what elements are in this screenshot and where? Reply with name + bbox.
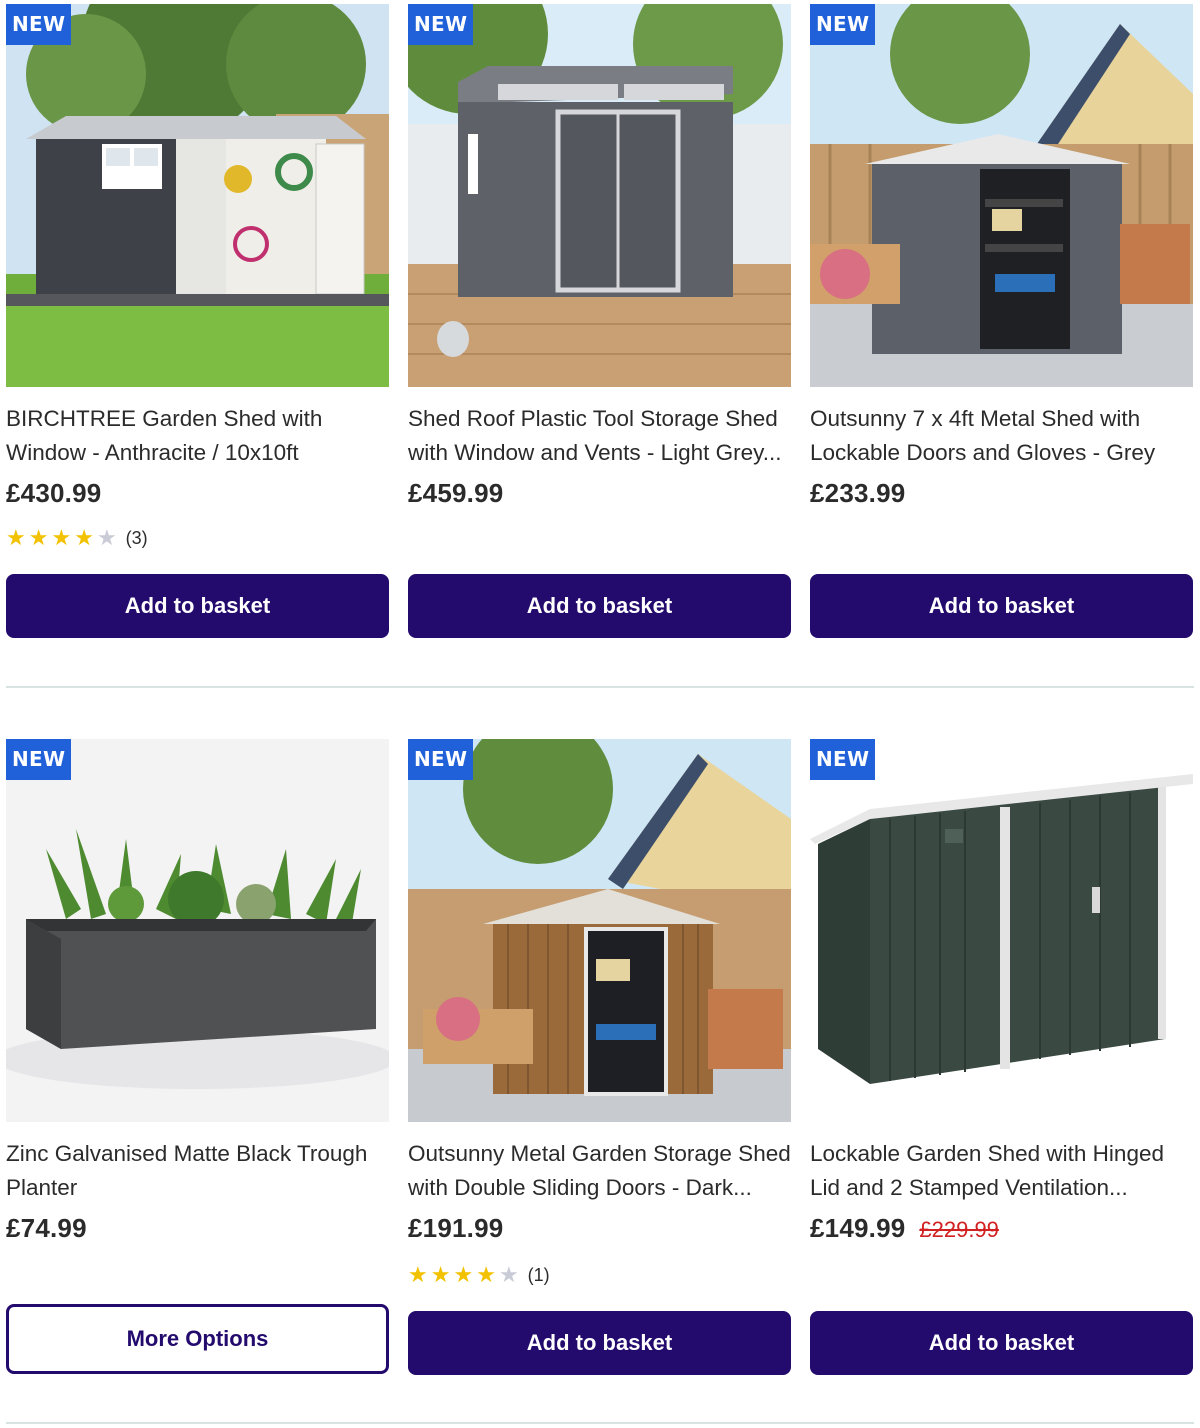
product-title[interactable]: Outsunny 7 x 4ft Metal Shed with Lockabl… (810, 402, 1193, 470)
product-card: NEW Outsunny 7 x 4ft Metal Shed with Loc… (810, 0, 1193, 690)
product-price: £191.99 (408, 1213, 504, 1243)
star-full-icon: ★ (28, 525, 49, 550)
price-container: £459.99 (408, 478, 503, 518)
price-container: £191.99 (408, 1213, 503, 1253)
wood-effect-metal-shed-image (408, 739, 791, 1122)
anthracite-shed-on-lawn-image (6, 4, 389, 387)
product-card: NEW Shed Roof Plastic Tool Storage Shed … (408, 0, 791, 690)
price-container: £74.99 (6, 1213, 87, 1253)
price-container: £430.99 (6, 478, 101, 518)
grey-metal-shed-open-doors-image (810, 4, 1193, 387)
product-row-1: NEW BIRCHTREE Garden Shed with Window - … (0, 0, 1200, 690)
price-container: £233.99 (810, 478, 905, 518)
product-price: £149.99 (810, 1213, 906, 1243)
product-card: NEW Lockable Garden Shed with Hinged Lid… (810, 735, 1193, 1415)
new-badge: NEW (6, 739, 72, 780)
product-image[interactable] (6, 4, 389, 387)
product-price: £430.99 (6, 478, 102, 508)
product-row-2: NEW Zinc Galvanised Matte Black Trough P… (0, 735, 1200, 1428)
review-count: (3) (125, 527, 148, 548)
product-image[interactable] (408, 739, 791, 1122)
product-image[interactable] (810, 4, 1193, 387)
product-price: £74.99 (6, 1213, 87, 1243)
star-full-icon: ★ (430, 1262, 451, 1287)
star-full-icon: ★ (476, 1262, 496, 1287)
add-to-basket-button[interactable]: Add to basket (810, 1311, 1193, 1375)
product-title[interactable]: Lockable Garden Shed with Hinged Lid and… (810, 1137, 1193, 1205)
grey-plastic-shed-on-decking-image (408, 4, 791, 387)
star-full-icon: ★ (74, 525, 94, 550)
product-image[interactable] (6, 739, 389, 1122)
star-full-icon: ★ (6, 525, 26, 550)
product-card: NEW BIRCHTREE Garden Shed with Window - … (6, 0, 389, 690)
new-badge: NEW (408, 4, 474, 45)
product-title[interactable]: Outsunny Metal Garden Storage Shed with … (408, 1137, 791, 1205)
new-badge: NEW (408, 739, 474, 780)
add-to-basket-button[interactable]: Add to basket (408, 574, 791, 638)
new-badge: NEW (810, 739, 876, 780)
product-title[interactable]: BIRCHTREE Garden Shed with Window - Anth… (6, 402, 389, 470)
black-trough-planter-image (6, 739, 389, 1122)
star-full-icon: ★ (408, 1262, 428, 1287)
price-container: £149.99 £229.99 (810, 1213, 999, 1253)
star-rating[interactable]: ★ ★ ★ ★ ★ (1) (408, 1263, 550, 1287)
new-badge: NEW (810, 4, 876, 45)
add-to-basket-button[interactable]: Add to basket (810, 574, 1193, 638)
new-badge: NEW (6, 4, 72, 45)
add-to-basket-button[interactable]: Add to basket (408, 1311, 791, 1375)
star-empty-icon: ★ (498, 1262, 519, 1287)
dark-green-lockable-shed-image (810, 739, 1193, 1122)
product-image[interactable] (810, 739, 1193, 1122)
add-to-basket-button[interactable]: Add to basket (6, 574, 389, 638)
product-title[interactable]: Zinc Galvanised Matte Black Trough Plant… (6, 1137, 389, 1205)
row-divider (6, 1422, 1194, 1424)
was-price: £229.99 (919, 1217, 999, 1242)
product-price: £459.99 (408, 478, 504, 508)
star-full-icon: ★ (453, 1262, 474, 1287)
row-divider (6, 686, 1194, 688)
product-title[interactable]: Shed Roof Plastic Tool Storage Shed with… (408, 402, 791, 470)
product-image[interactable] (408, 4, 791, 387)
star-rating[interactable]: ★ ★ ★ ★ ★ (3) (6, 526, 148, 550)
star-full-icon: ★ (51, 525, 72, 550)
more-options-button[interactable]: More Options (6, 1304, 389, 1374)
product-card: NEW Zinc Galvanised Matte Black Trough P… (6, 735, 389, 1415)
review-count: (1) (527, 1264, 550, 1285)
star-empty-icon: ★ (96, 525, 117, 550)
product-card: NEW Outsunny Metal Garden Storage Shed w… (408, 735, 791, 1415)
product-price: £233.99 (810, 478, 906, 508)
